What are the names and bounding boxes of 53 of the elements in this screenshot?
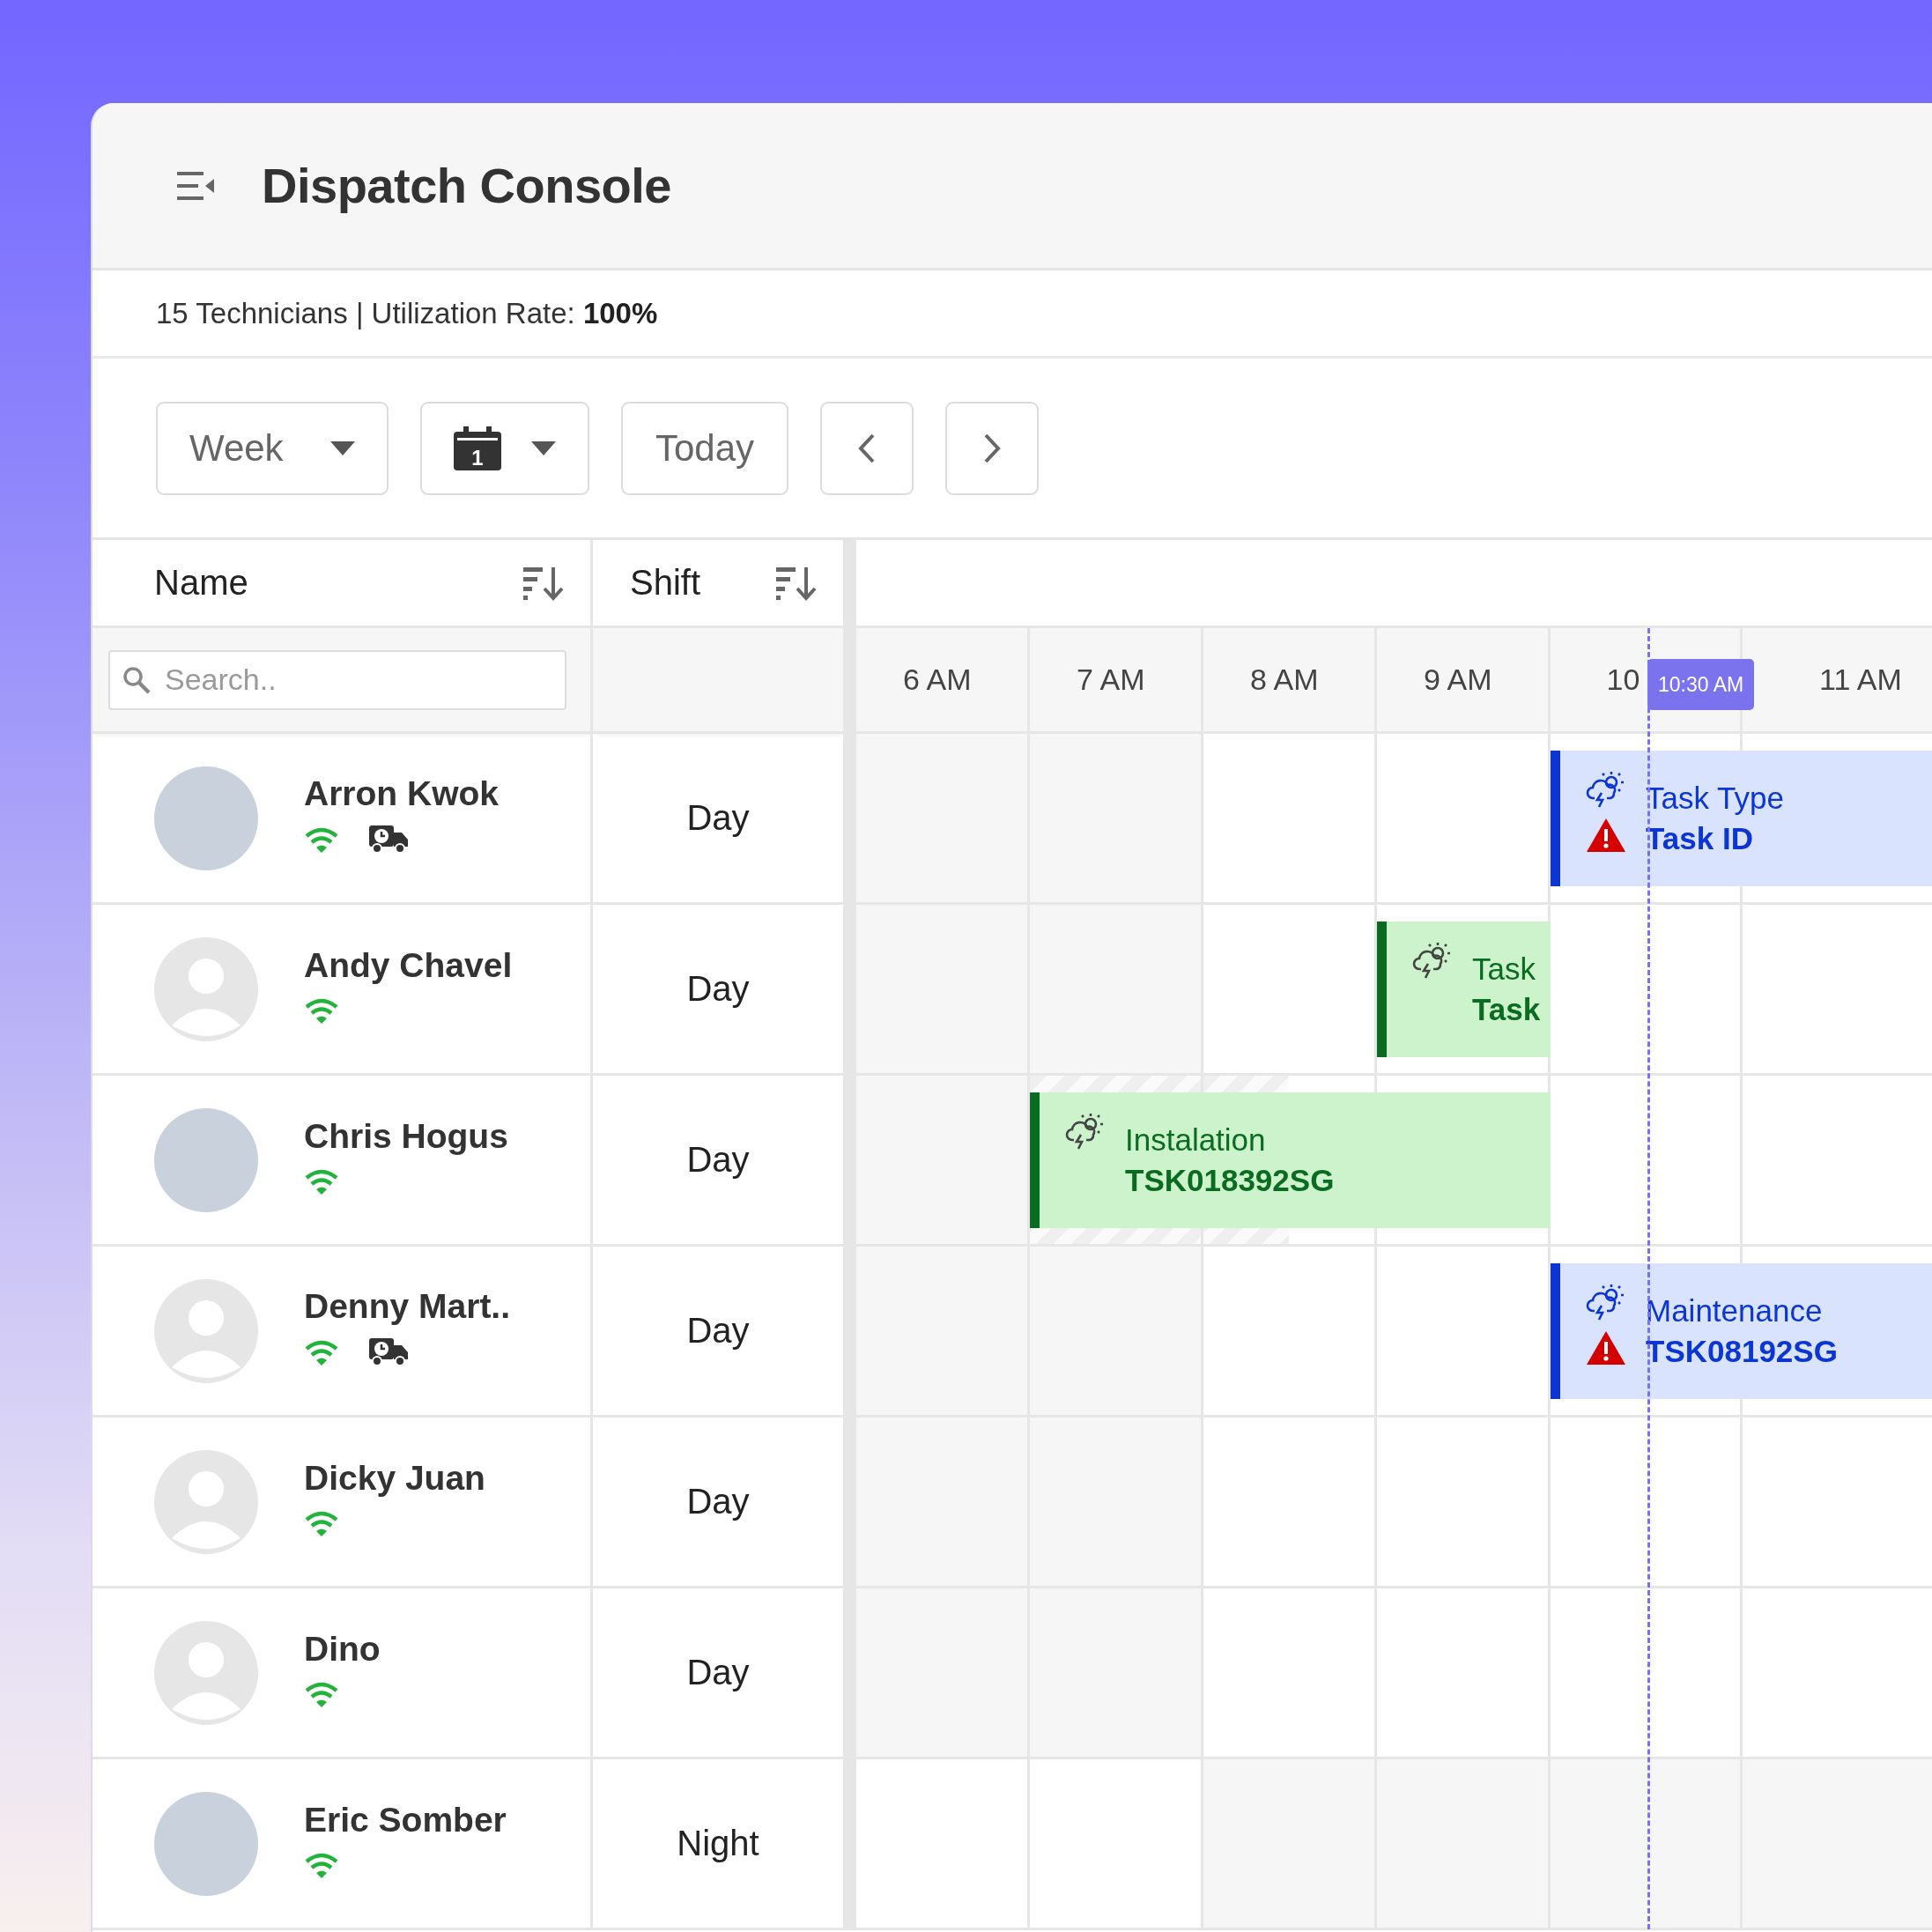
task-type: Task Type [1646,781,1784,816]
task-id: TSK018392SG [1125,1163,1335,1198]
chevron-right-icon [982,432,1002,464]
task-id: Task ID [1646,821,1754,856]
hour-label: 7 AM [1077,663,1145,697]
column-label: Shift [630,563,701,603]
shift-text: Night [677,1824,759,1863]
task-type: Task [1472,951,1536,987]
hour-label: 10 [1606,663,1640,697]
shift-text: Day [686,798,750,838]
technician-name: Dino [304,1629,381,1669]
current-time-badge: 10:30 AM [1647,659,1755,710]
hour-label: 8 AM [1250,663,1319,697]
cloud-sun-lightning-icon [1412,941,1453,980]
cloud-sun-lightning-icon [1586,1283,1626,1321]
technician-name: Chris Hogus [304,1116,508,1156]
menu-icon[interactable] [177,169,216,202]
task-block[interactable]: Task Type Task ID [1551,751,1932,886]
task-id: Task [1472,992,1541,1027]
technician-name: Eric Somber [304,1800,507,1839]
technician-name: Arron Kwok [304,774,499,813]
shift-text: Day [686,1653,750,1692]
sort-icon[interactable] [776,565,817,601]
task-block[interactable]: Task Task [1377,922,1551,1057]
technician-name: Andy Chavel [304,945,513,985]
task-block[interactable]: Instalation TSK018392SG [1030,1092,1551,1228]
task-id: TSK08192SG [1646,1334,1838,1369]
cloud-sun-lightning-icon [1586,770,1626,809]
task-type: Maintenance [1646,1293,1824,1329]
search-field[interactable]: Search.. [108,649,566,710]
view-select[interactable]: Week [156,401,389,495]
shift-text: Day [686,1311,750,1351]
task-type: Instalation [1125,1122,1267,1158]
chevron-left-icon [857,432,877,464]
caret-icon [531,440,556,455]
page-title: Dispatch Console [262,157,671,214]
column-label: Name [154,563,248,603]
hour-label: 6 AM [903,663,972,697]
caret-icon [330,440,355,455]
date-picker-button[interactable]: 1 [420,401,589,495]
technician-name: Denny Mart.. [304,1286,511,1326]
summary-text: 15 Technicians | Utilization Rate: 100% [156,296,658,330]
shift-text: Day [686,1482,750,1521]
hour-label: 11 AM [1819,663,1902,697]
today-button[interactable]: Today [621,401,788,495]
sort-icon[interactable] [523,565,564,601]
search-icon [122,665,151,694]
shift-text: Day [686,969,750,1009]
technician-name: Dicky Juan [304,1458,485,1498]
task-block[interactable]: Maintenance TSK08192SG [1551,1263,1932,1399]
hour-label: 9 AM [1424,663,1492,697]
shift-text: Day [686,1140,750,1180]
cloud-sun-lightning-icon [1065,1112,1106,1151]
